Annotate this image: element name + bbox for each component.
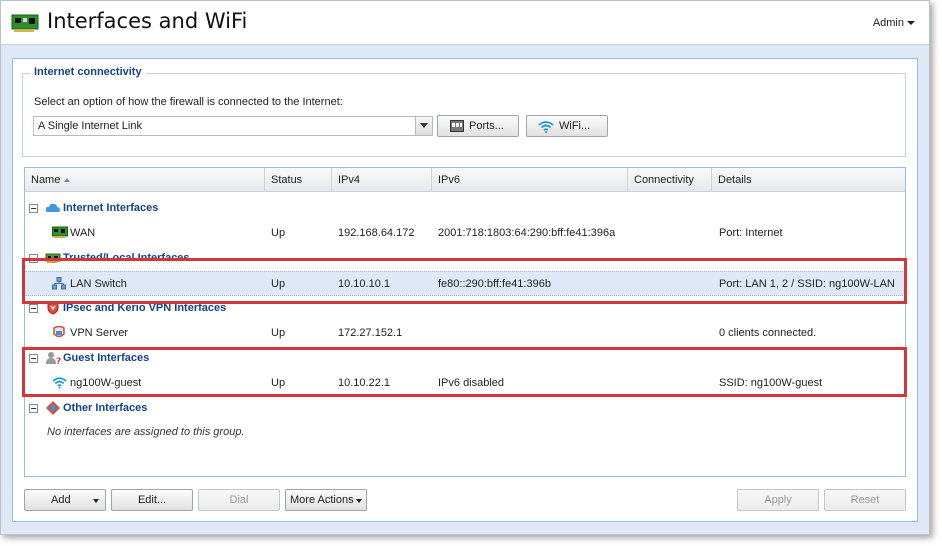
table-row[interactable]: WAN Up 192.168.64.172 2001:718:1803:64:2… <box>25 221 905 246</box>
empty-group-row: No interfaces are assigned to this group… <box>25 421 905 446</box>
column-header-connectivity[interactable]: Connectivity <box>628 168 712 192</box>
column-label: Name <box>31 174 61 186</box>
wifi-button[interactable]: WiFi... <box>526 115 608 137</box>
edit-button[interactable]: Edit... <box>111 489 193 511</box>
interface-name: VPN Server <box>70 327 129 339</box>
apply-button[interactable]: Apply <box>737 489 819 511</box>
group-other-interfaces[interactable]: Other Interfaces <box>25 396 905 421</box>
other-interfaces-icon <box>46 401 60 415</box>
fieldset-legend: Internet connectivity <box>31 66 145 78</box>
ports-button[interactable]: Ports... <box>437 115 519 137</box>
column-header-ipv4[interactable]: IPv4 <box>332 168 432 192</box>
column-header-details[interactable]: Details <box>712 168 905 192</box>
interfaces-grid: Name Status IPv4 IPv6 Connectivity Detai… <box>24 167 906 477</box>
user-menu[interactable]: Admin <box>873 17 915 29</box>
wifi-button-label: WiFi... <box>559 120 591 132</box>
column-label: Connectivity <box>634 174 694 186</box>
vpn-server-icon <box>53 326 65 338</box>
interface-ipv4: 172.27.152.1 <box>338 327 403 339</box>
table-row[interactable]: VPN Server Up 172.27.152.1 0 clients con… <box>25 321 905 346</box>
column-label: IPv4 <box>338 174 361 186</box>
connectivity-mode-value: A Single Internet Link <box>38 120 142 132</box>
highlight-trusted-local <box>22 258 907 304</box>
interface-ipv4: 192.168.64.172 <box>338 227 415 239</box>
interface-status: Up <box>271 327 286 339</box>
sort-ascending-icon <box>64 178 71 183</box>
more-actions-label: More Actions <box>290 494 354 506</box>
edit-button-label: Edit... <box>137 494 167 506</box>
page-header: Interfaces and WiFi Admin <box>1 1 929 45</box>
connectivity-mode-select[interactable]: A Single Internet Link <box>33 116 433 136</box>
interface-status: Up <box>271 227 286 239</box>
column-label: Status <box>271 174 303 186</box>
collapse-toggle-icon[interactable] <box>29 304 38 313</box>
collapse-toggle-icon[interactable] <box>29 204 38 213</box>
chevron-down-icon <box>356 499 362 503</box>
interface-details: Port: Internet <box>719 227 783 239</box>
user-menu-label: Admin <box>872 17 904 29</box>
collapse-toggle-icon[interactable] <box>29 404 38 413</box>
chevron-down-icon <box>907 21 915 26</box>
ports-button-label: Ports... <box>469 120 504 132</box>
dial-button-label: Dial <box>229 494 249 506</box>
grid-header: Name Status IPv4 IPv6 Connectivity Detai… <box>25 168 905 192</box>
network-card-icon <box>52 226 68 238</box>
cloud-icon <box>45 203 60 212</box>
add-button-label: Add <box>51 494 71 506</box>
network-card-icon <box>11 14 39 32</box>
dropdown-button[interactable] <box>415 117 432 135</box>
group-label: Other Interfaces <box>63 402 148 414</box>
column-header-status[interactable]: Status <box>265 168 332 192</box>
more-actions-button[interactable]: More Actions <box>285 489 367 511</box>
interface-ipv6: 2001:718:1803:64:290:bff:fe41:396a <box>438 227 616 239</box>
highlight-guest <box>22 347 907 397</box>
empty-group-note: No interfaces are assigned to this group… <box>47 426 245 438</box>
group-internet-interfaces[interactable]: Internet Interfaces <box>25 196 905 221</box>
apply-button-label: Apply <box>764 494 792 506</box>
column-label: Details <box>718 174 752 186</box>
internet-connectivity-fieldset: Internet connectivity Select an option o… <box>22 66 906 157</box>
chevron-down-icon <box>93 499 99 503</box>
column-label: IPv6 <box>438 174 461 186</box>
wifi-icon <box>538 121 554 133</box>
group-label: Internet Interfaces <box>63 202 159 214</box>
connectivity-prompt: Select an option of how the firewall is … <box>34 96 343 108</box>
reset-button[interactable]: Reset <box>824 489 906 511</box>
interface-details: 0 clients connected. <box>719 327 817 339</box>
column-header-name[interactable]: Name <box>25 168 265 192</box>
dial-button[interactable]: Dial <box>198 489 280 511</box>
ports-icon <box>450 120 464 132</box>
add-button[interactable]: Add <box>24 489 106 511</box>
column-header-ipv6[interactable]: IPv6 <box>432 168 628 192</box>
interface-name: WAN <box>70 227 96 239</box>
chevron-down-icon <box>420 123 428 128</box>
page-title: Interfaces and WiFi <box>47 9 248 33</box>
reset-button-label: Reset <box>850 494 880 506</box>
